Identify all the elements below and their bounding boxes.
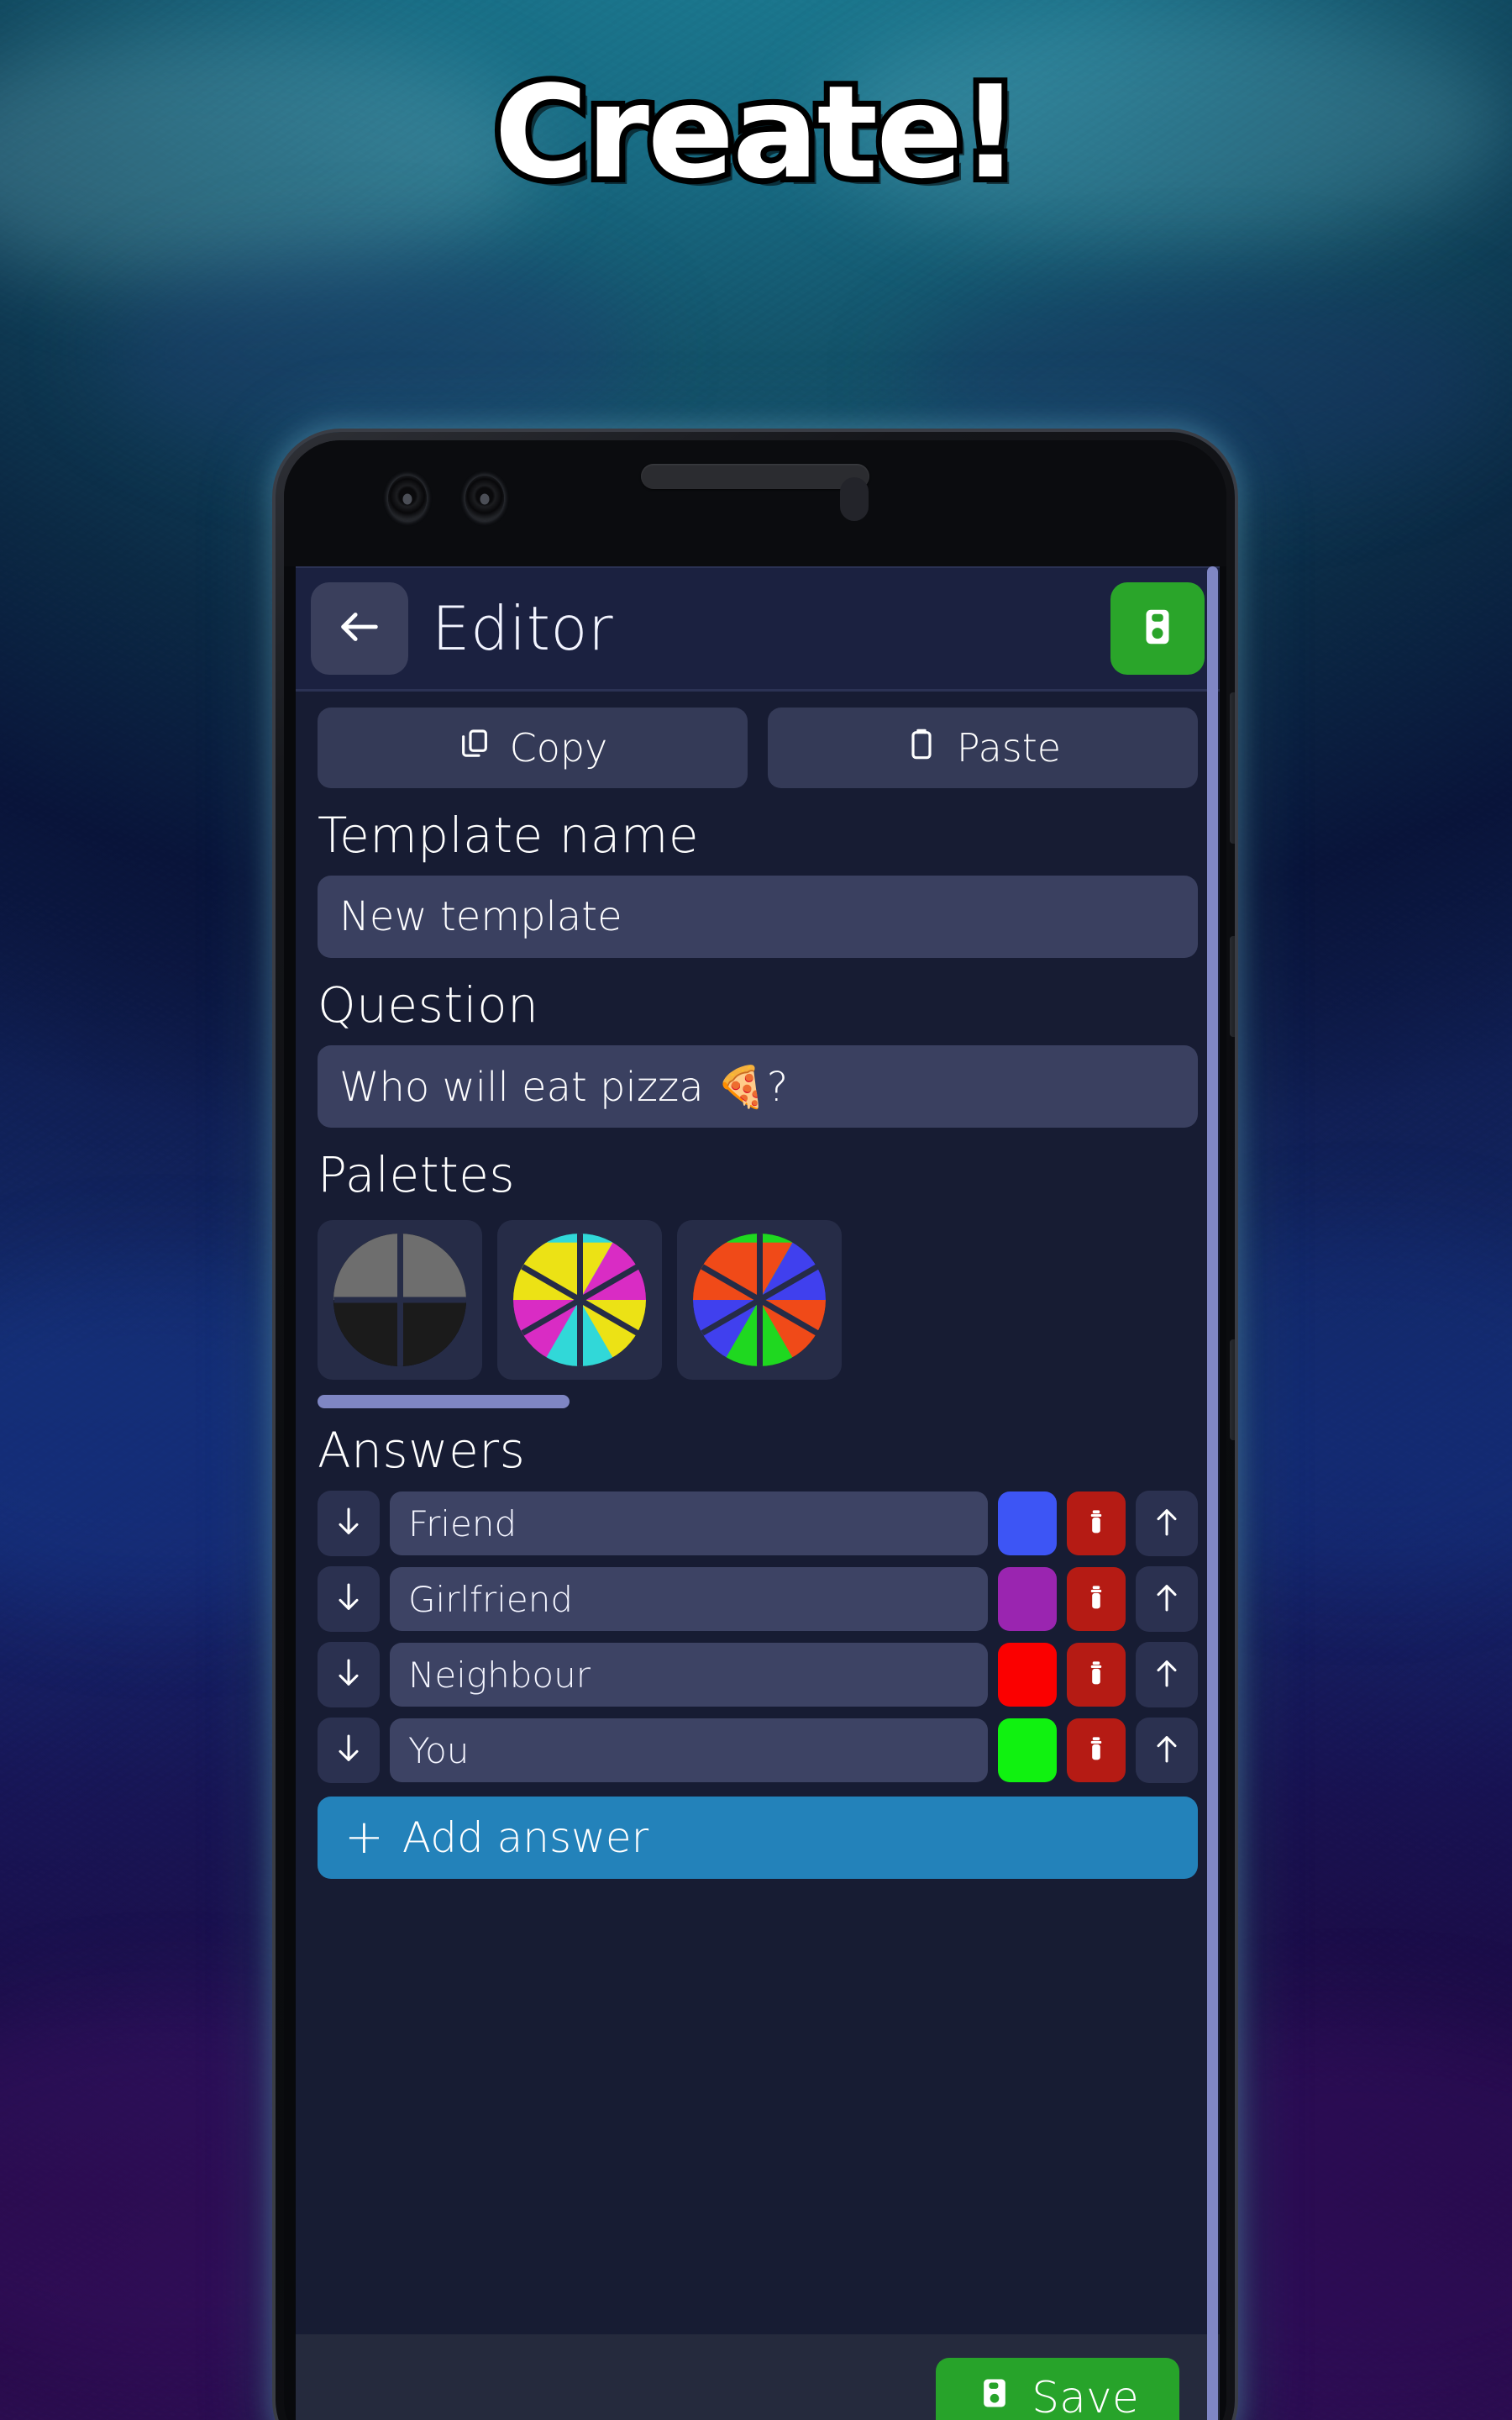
paste-button[interactable]: Paste bbox=[768, 708, 1198, 788]
save-label: Save bbox=[1032, 2373, 1139, 2420]
palette-wheel-icon bbox=[513, 1234, 646, 1366]
save-icon-button[interactable] bbox=[1110, 582, 1205, 675]
phone-device-frame: Editor Copy Paste Template name New temp… bbox=[276, 432, 1235, 2420]
delete-answer-button[interactable] bbox=[1067, 1718, 1126, 1782]
trash-icon bbox=[1082, 1731, 1110, 1770]
arrow-up-icon bbox=[1150, 1576, 1184, 1623]
move-answer-down-button[interactable] bbox=[318, 1566, 380, 1632]
palette-option[interactable] bbox=[677, 1220, 842, 1380]
answers-list: Friend Girlfriend Neighbour You bbox=[318, 1491, 1198, 1783]
floppy-disk-icon bbox=[1135, 604, 1180, 654]
phone-volume-button[interactable] bbox=[1230, 692, 1235, 844]
answer-row: Neighbour bbox=[318, 1642, 1198, 1707]
palette-scrollbar-thumb[interactable] bbox=[318, 1395, 570, 1408]
copy-pages-icon bbox=[458, 725, 491, 771]
plus-icon: + bbox=[344, 1809, 384, 1865]
move-answer-up-button[interactable] bbox=[1136, 1642, 1198, 1707]
phone-assistant-button[interactable] bbox=[1230, 1339, 1235, 1440]
palette-divider bbox=[333, 1297, 466, 1303]
move-answer-up-button[interactable] bbox=[1136, 1566, 1198, 1632]
arrow-down-icon bbox=[332, 1501, 365, 1547]
answer-color-swatch[interactable] bbox=[998, 1567, 1057, 1631]
clipboard-actions: Copy Paste bbox=[318, 708, 1198, 788]
page-scrollbar[interactable] bbox=[1207, 566, 1218, 2420]
arrow-down-icon bbox=[332, 1652, 365, 1698]
palette-segment bbox=[333, 1300, 400, 1366]
trash-icon bbox=[1082, 1504, 1110, 1544]
palette-wheel-icon bbox=[693, 1234, 826, 1366]
arrow-up-icon bbox=[1150, 1728, 1184, 1774]
trash-icon bbox=[1082, 1580, 1110, 1619]
palette-scrollbar-track[interactable] bbox=[318, 1395, 1198, 1408]
phone-screen-area: Editor Copy Paste Template name New temp… bbox=[284, 440, 1226, 2420]
answer-text-input[interactable]: Neighbour bbox=[390, 1643, 988, 1707]
answer-text-input[interactable]: Girlfriend bbox=[390, 1567, 988, 1631]
trash-icon bbox=[1082, 1655, 1110, 1695]
move-answer-up-button[interactable] bbox=[1136, 1491, 1198, 1556]
answer-row: Girlfriend bbox=[318, 1566, 1198, 1632]
answer-color-swatch[interactable] bbox=[998, 1718, 1057, 1782]
front-camera-secondary-icon bbox=[465, 476, 504, 521]
front-camera-icon bbox=[388, 476, 427, 521]
save-button[interactable]: Save bbox=[936, 2358, 1179, 2420]
phone-top-bezel bbox=[284, 440, 1226, 566]
question-label: Question bbox=[318, 976, 539, 1034]
delete-answer-button[interactable] bbox=[1067, 1491, 1126, 1555]
app-footer-bar: Save bbox=[296, 2334, 1220, 2420]
template-name-label: Template name bbox=[318, 807, 700, 864]
earpiece-speaker bbox=[641, 464, 869, 489]
proximity-sensor bbox=[840, 477, 869, 521]
floppy-disk-icon bbox=[976, 2373, 1013, 2420]
answer-color-swatch[interactable] bbox=[998, 1491, 1057, 1555]
promo-headline: Create! bbox=[488, 58, 1025, 207]
palette-wheel-icon bbox=[333, 1234, 466, 1366]
phone-power-button[interactable] bbox=[1230, 936, 1235, 1037]
delete-answer-button[interactable] bbox=[1067, 1567, 1126, 1631]
add-answer-label: Add answer bbox=[402, 1813, 649, 1862]
template-name-input[interactable]: New template bbox=[318, 876, 1198, 958]
palettes-label: Palettes bbox=[318, 1146, 516, 1203]
palette-segment bbox=[400, 1300, 466, 1366]
app-screen: Editor Copy Paste Template name New temp… bbox=[296, 566, 1220, 2420]
answer-row: You bbox=[318, 1718, 1198, 1783]
copy-label: Copy bbox=[509, 725, 608, 771]
arrow-left-icon bbox=[335, 602, 384, 655]
question-input[interactable]: Who will eat pizza 🍕? bbox=[318, 1045, 1198, 1128]
delete-answer-button[interactable] bbox=[1067, 1643, 1126, 1707]
move-answer-up-button[interactable] bbox=[1136, 1718, 1198, 1783]
app-header-bar: Editor bbox=[296, 566, 1220, 689]
move-answer-down-button[interactable] bbox=[318, 1491, 380, 1556]
answer-row: Friend bbox=[318, 1491, 1198, 1556]
arrow-down-icon bbox=[332, 1576, 365, 1623]
move-answer-down-button[interactable] bbox=[318, 1718, 380, 1783]
page-title: Editor bbox=[432, 593, 614, 664]
answer-text-input[interactable]: Friend bbox=[390, 1491, 988, 1555]
move-answer-down-button[interactable] bbox=[318, 1642, 380, 1707]
clipboard-icon bbox=[905, 725, 938, 771]
palette-option[interactable] bbox=[497, 1220, 662, 1380]
paste-label: Paste bbox=[956, 725, 1062, 771]
copy-button[interactable]: Copy bbox=[318, 708, 748, 788]
arrow-down-icon bbox=[332, 1728, 365, 1774]
palette-carousel[interactable] bbox=[318, 1220, 1198, 1380]
arrow-up-icon bbox=[1150, 1501, 1184, 1547]
app-content: Copy Paste Template name New template Qu… bbox=[296, 689, 1220, 2420]
answer-color-swatch[interactable] bbox=[998, 1643, 1057, 1707]
add-answer-button[interactable]: + Add answer bbox=[318, 1797, 1198, 1879]
palette-segment bbox=[333, 1234, 400, 1300]
palette-option[interactable] bbox=[318, 1220, 482, 1380]
answers-label: Answers bbox=[318, 1422, 526, 1479]
palette-segment bbox=[400, 1234, 466, 1300]
arrow-up-icon bbox=[1150, 1652, 1184, 1698]
answer-text-input[interactable]: You bbox=[390, 1718, 988, 1782]
back-button[interactable] bbox=[311, 582, 408, 675]
